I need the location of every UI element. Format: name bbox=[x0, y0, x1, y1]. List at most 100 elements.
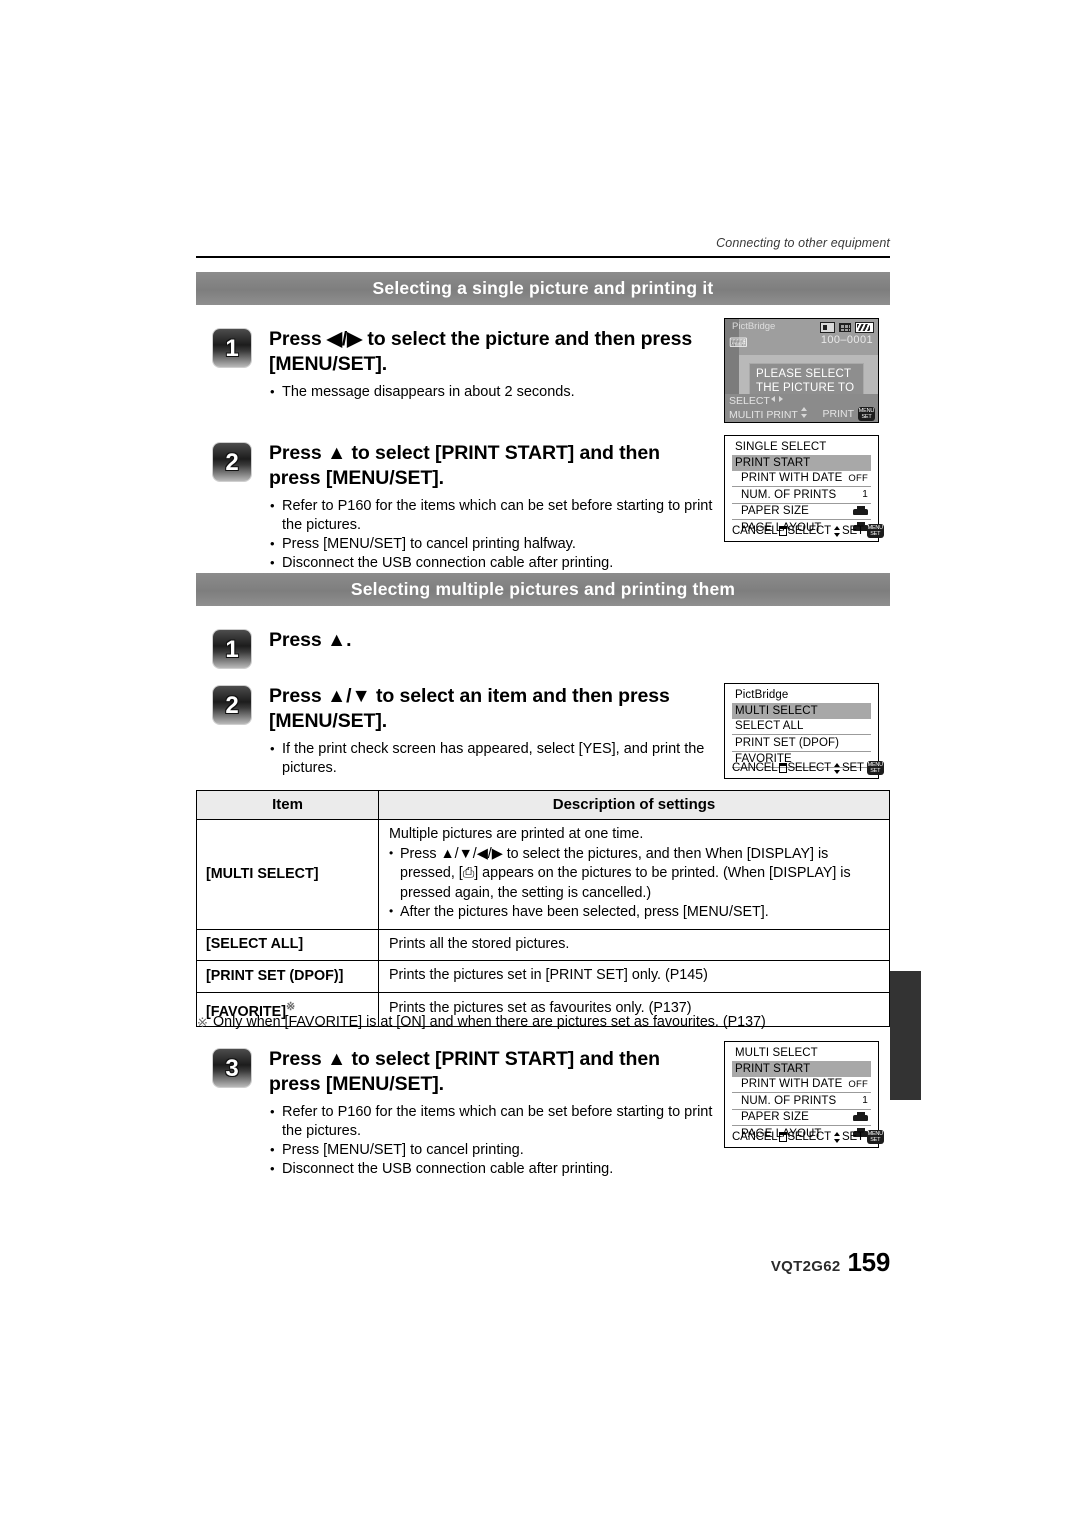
select-hint: SELECT bbox=[787, 1131, 842, 1143]
set-hint[interactable]: SET MENU SET bbox=[842, 1130, 884, 1144]
quality-grid-icon bbox=[838, 321, 852, 333]
select-hint: SELECT bbox=[787, 525, 842, 537]
lcd-menu-highlight-print-start[interactable]: PRINT START bbox=[732, 455, 871, 471]
document-code: VQT2G62 bbox=[770, 1258, 841, 1275]
bullet-item: Disconnect the USB connection cable afte… bbox=[269, 1159, 724, 1179]
step-number-label: 1 bbox=[225, 636, 239, 663]
lcd-frame-number: 100–0001 bbox=[820, 334, 873, 346]
row-value: OFF bbox=[848, 472, 868, 484]
lcd-menu-row-paper-size[interactable]: PAPER SIZE bbox=[732, 504, 871, 520]
menu-set-button-icon: MENU SET bbox=[866, 524, 884, 538]
table-header-description: Description of settings bbox=[378, 790, 890, 820]
lcd-pictbridge-menu: PictBridge MULTI SELECT SELECT ALL PRINT… bbox=[724, 683, 884, 779]
trash-icon bbox=[779, 1132, 788, 1142]
bullet-item: If the print check screen has appeared, … bbox=[269, 739, 719, 778]
bullet-item: Disconnect the USB connection cable afte… bbox=[269, 553, 724, 573]
section-heading-multiple: Selecting multiple pictures and printing… bbox=[196, 573, 890, 606]
lcd-menu-footer: CANCEL SELECT SET MENU SET bbox=[732, 524, 884, 538]
printer-icon bbox=[853, 1111, 868, 1123]
table-cell-description: Multiple pictures are printed at one tim… bbox=[378, 819, 890, 930]
page-number: 159 bbox=[847, 1247, 891, 1277]
trash-icon bbox=[779, 763, 788, 773]
row-value: OFF bbox=[848, 1078, 868, 1090]
step-number-label: 3 bbox=[225, 1055, 239, 1082]
table-cell-description: Prints all the stored pictures. bbox=[378, 928, 890, 961]
step-number-label: 2 bbox=[225, 449, 239, 476]
table-row: [MULTI SELECT] Multiple pictures are pri… bbox=[196, 819, 890, 930]
manual-page: Connecting to other equipment Selecting … bbox=[0, 0, 1080, 1526]
lcd-menu-row-select-all[interactable]: SELECT ALL bbox=[732, 719, 871, 735]
lcd-print-hint: PRINT MENU SET bbox=[822, 407, 875, 421]
lcd-menu-footer: CANCEL SELECT SET MENU SET bbox=[732, 1130, 884, 1144]
table-footnote: ※ Only when [FAVORITE] is at [ON] and wh… bbox=[197, 1013, 893, 1031]
row-label: PRINT SET (DPOF) bbox=[735, 736, 840, 749]
lcd-menu-highlight-print-start[interactable]: PRINT START bbox=[732, 1061, 871, 1077]
lcd-menu-row-print-with-date[interactable]: PRINT WITH DATE OFF bbox=[732, 471, 871, 487]
trash-icon bbox=[779, 526, 788, 536]
lcd-menu-highlight-multi-select[interactable]: MULTI SELECT bbox=[732, 703, 871, 719]
lcd-pictbridge-photo: PictBridge ⌨ 100–0001 PLEASE SELECT THE … bbox=[724, 318, 879, 423]
table-cell-item: [MULTI SELECT] bbox=[196, 819, 379, 930]
table-cell-description: Prints the pictures set in [PRINT SET] o… bbox=[378, 960, 890, 993]
up-down-arrows-icon bbox=[833, 525, 842, 537]
table-cell-item: [PRINT SET (DPOF)] bbox=[196, 960, 379, 993]
step-title: Press ▲ to select [PRINT START] and then… bbox=[269, 1048, 660, 1095]
set-hint[interactable]: SET MENU SET bbox=[842, 761, 884, 775]
table-row: [PRINT SET (DPOF)] Prints the pictures s… bbox=[196, 960, 890, 993]
footnote-text: Only when [FAVORITE] is at [ON] and when… bbox=[213, 1014, 766, 1030]
step-number-badge: 2 bbox=[213, 443, 251, 481]
lcd-menu-row-print-set-dpof[interactable]: PRINT SET (DPOF) bbox=[732, 735, 871, 752]
lcd-menu-row-print-with-date[interactable]: PRINT WITH DATE OFF bbox=[732, 1077, 871, 1093]
table-header-row: Item Description of settings bbox=[196, 790, 890, 820]
select-hint: SELECT bbox=[787, 762, 842, 774]
footnote-marker: ※ bbox=[285, 1000, 296, 1013]
page-footer: VQT2G62 159 bbox=[196, 1247, 890, 1278]
row-label: PRINT WITH DATE bbox=[741, 472, 843, 484]
printer-icon bbox=[853, 505, 868, 517]
running-header: Connecting to other equipment bbox=[716, 236, 890, 250]
up-down-arrows-icon bbox=[833, 762, 842, 774]
bullet-item: The message disappears in about 2 second… bbox=[269, 382, 715, 402]
lcd-menu-title: MULTI SELECT bbox=[735, 1047, 818, 1059]
step-number-label: 1 bbox=[225, 335, 239, 362]
row-label: PAPER SIZE bbox=[741, 505, 809, 517]
step-title: Press ▲ to select [PRINT START] and then… bbox=[269, 442, 660, 489]
page-edge-tab bbox=[890, 971, 921, 1100]
cancel-hint[interactable]: CANCEL bbox=[732, 762, 788, 774]
settings-table: Item Description of settings [MULTI SELE… bbox=[196, 790, 890, 1028]
desc-lead: Multiple pictures are printed at one tim… bbox=[389, 826, 644, 842]
step-bullets: The message disappears in about 2 second… bbox=[269, 382, 715, 402]
lcd-select-hint: SELECT bbox=[729, 395, 783, 407]
lcd-single-select-menu: SINGLE SELECT PRINT START PRINT WITH DAT… bbox=[724, 435, 884, 542]
step-number-badge: 1 bbox=[213, 630, 251, 668]
cancel-hint[interactable]: CANCEL bbox=[732, 1131, 788, 1143]
section-heading-single: Selecting a single picture and printing … bbox=[196, 272, 890, 305]
step-number-badge: 3 bbox=[213, 1049, 251, 1087]
printer-icon: ⌨ bbox=[729, 335, 748, 350]
row-value: 1 bbox=[862, 1095, 868, 1106]
row-value: 1 bbox=[862, 489, 868, 500]
cancel-hint[interactable]: CANCEL bbox=[732, 525, 788, 537]
lcd-menu-row-num-of-prints[interactable]: NUM. OF PRINTS 1 bbox=[732, 487, 871, 504]
row-label: NUM. OF PRINTS bbox=[741, 488, 837, 501]
menu-set-button-icon: MENU SET bbox=[866, 761, 884, 775]
header-rule bbox=[196, 256, 890, 258]
step-number-badge: 2 bbox=[213, 686, 251, 724]
desc-bullet: After the pictures have been selected, p… bbox=[389, 902, 881, 923]
set-hint[interactable]: SET MENU SET bbox=[842, 524, 884, 538]
lcd-menu-row-paper-size[interactable]: PAPER SIZE bbox=[732, 1110, 871, 1126]
bullet-item: Refer to P160 for the items which can be… bbox=[269, 1102, 724, 1141]
row-label: PRINT WITH DATE bbox=[741, 1078, 843, 1090]
step-number-label: 2 bbox=[225, 692, 239, 719]
row-label: SELECT ALL bbox=[735, 720, 804, 732]
left-right-arrows-icon bbox=[770, 395, 783, 404]
lcd-multiprint-hint: MULITI PRINT bbox=[729, 407, 809, 421]
bullet-item: Press [MENU/SET] to cancel printing. bbox=[269, 1140, 724, 1160]
battery-icon bbox=[855, 321, 874, 333]
table-row: [SELECT ALL] Prints all the stored pictu… bbox=[196, 928, 890, 961]
lcd-status-icons bbox=[820, 321, 874, 333]
lcd-menu-row-num-of-prints[interactable]: NUM. OF PRINTS 1 bbox=[732, 1093, 871, 1110]
footnote-marker: ※ bbox=[197, 1015, 208, 1030]
lcd-pictbridge-label: PictBridge bbox=[732, 321, 776, 332]
step-title: Press ▲. bbox=[269, 629, 352, 651]
